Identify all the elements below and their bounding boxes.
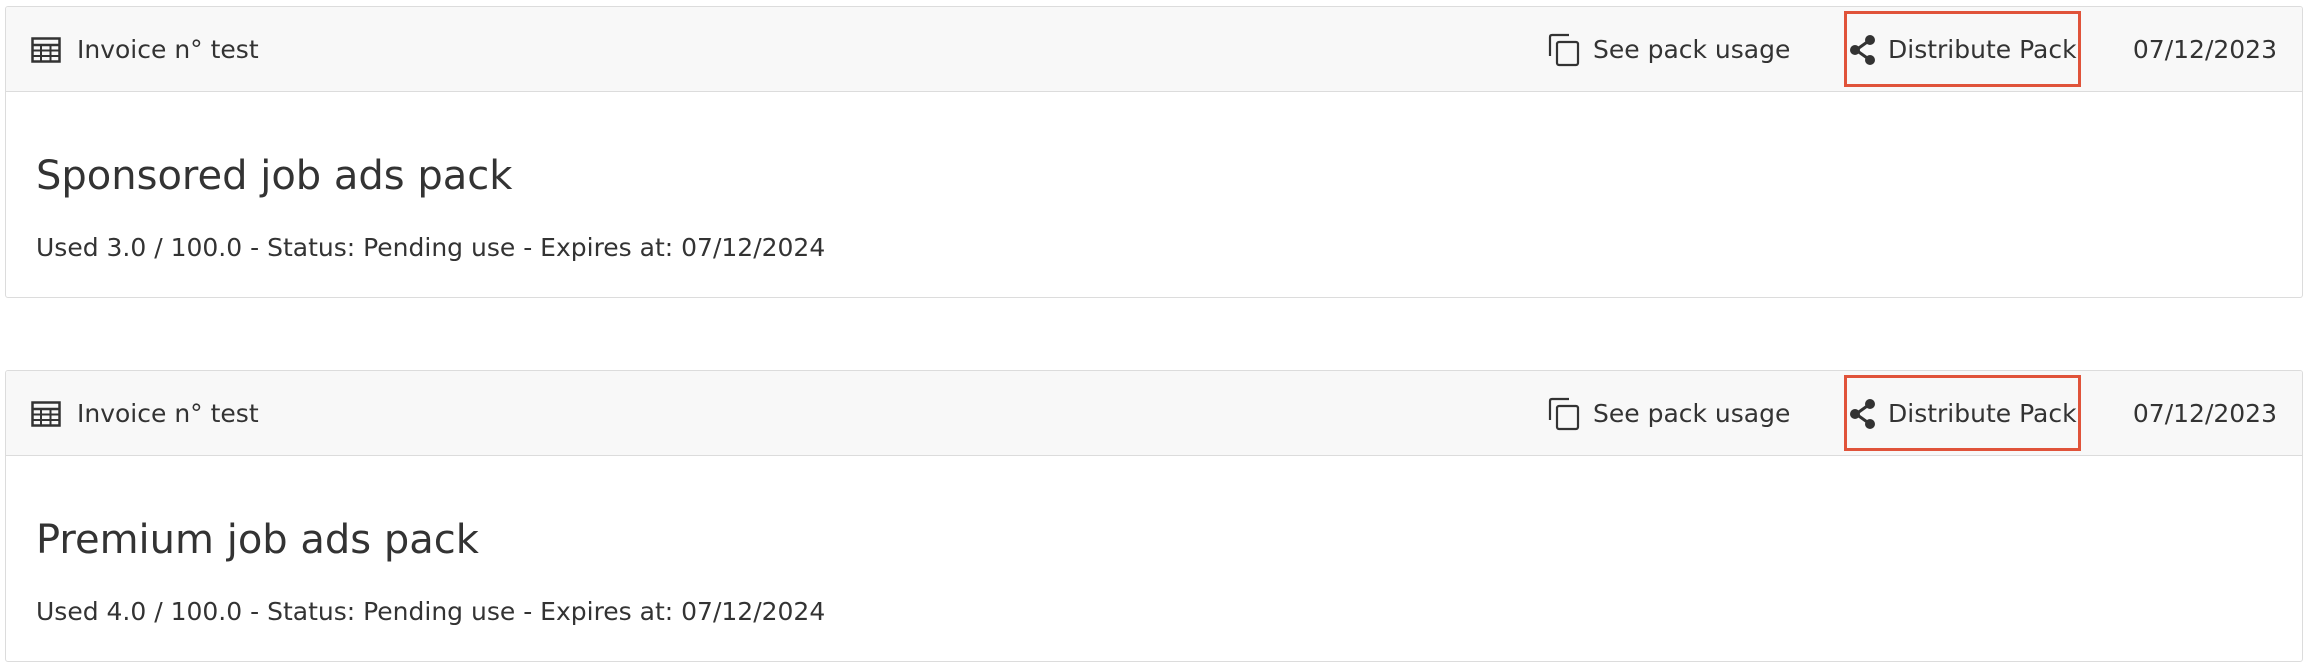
pack-card-header: Invoice n° test See pack usage Distribut… (6, 371, 2302, 456)
see-pack-usage-label: See pack usage (1593, 35, 1791, 64)
distribute-pack-label: Distribute Pack (1888, 399, 2077, 428)
see-pack-usage-button[interactable]: See pack usage (1547, 7, 1790, 92)
pack-card-header: Invoice n° test See pack usage Distribut… (6, 7, 2302, 92)
invoice-label: Invoice n° test (77, 35, 259, 64)
invoice-link[interactable]: Invoice n° test (31, 7, 259, 92)
see-pack-usage-button[interactable]: See pack usage (1547, 371, 1790, 456)
copy-icon (1547, 33, 1581, 67)
pack-status: Used 4.0 / 100.0 - Status: Pending use -… (36, 597, 826, 626)
share-icon (1848, 398, 1878, 430)
pack-list: Invoice n° test See pack usage Distribut… (0, 0, 2308, 664)
table-icon (31, 36, 61, 63)
pack-card: Invoice n° test See pack usage Distribut… (5, 6, 2303, 298)
distribute-pack-button[interactable]: Distribute Pack (1848, 7, 2077, 92)
table-icon (31, 400, 61, 427)
invoice-label: Invoice n° test (77, 399, 259, 428)
copy-icon (1547, 397, 1581, 431)
share-icon (1848, 34, 1878, 66)
invoice-link[interactable]: Invoice n° test (31, 371, 259, 456)
distribute-pack-button[interactable]: Distribute Pack (1848, 371, 2077, 456)
pack-title: Sponsored job ads pack (36, 153, 513, 199)
pack-card: Invoice n° test See pack usage Distribut… (5, 370, 2303, 662)
pack-title: Premium job ads pack (36, 517, 479, 563)
distribute-pack-label: Distribute Pack (1888, 35, 2077, 64)
see-pack-usage-label: See pack usage (1593, 399, 1791, 428)
pack-date: 07/12/2023 (2132, 35, 2277, 64)
pack-status: Used 3.0 / 100.0 - Status: Pending use -… (36, 233, 826, 262)
pack-date: 07/12/2023 (2132, 399, 2277, 428)
